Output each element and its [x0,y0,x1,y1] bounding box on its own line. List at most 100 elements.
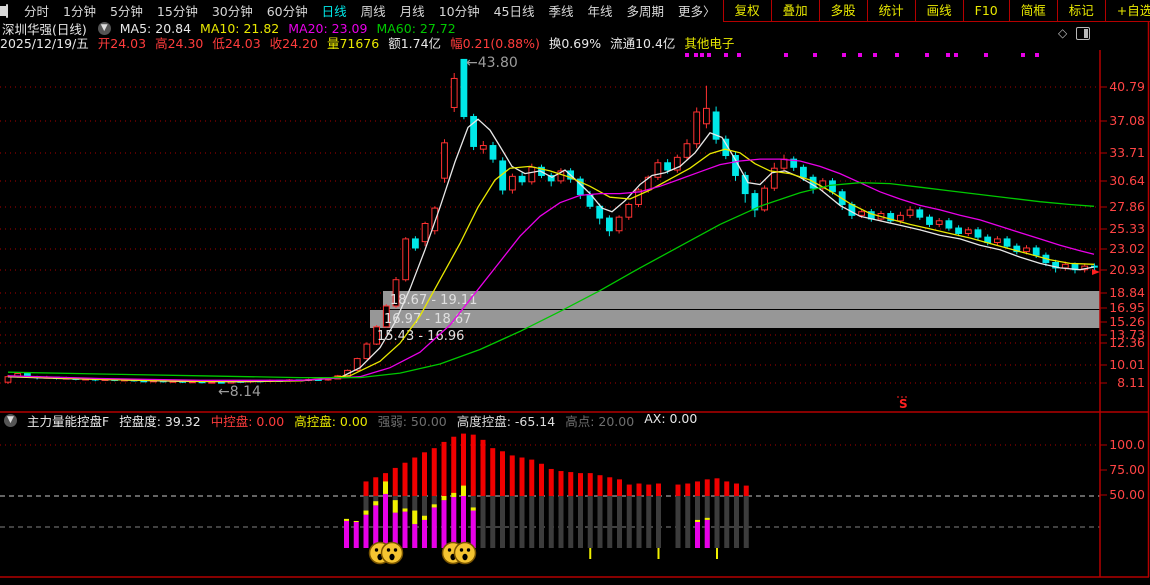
trading-terminal: { "toolbar": { "left_items": ["分时","1分钟"… [0,0,1150,585]
signal-down-tick [658,548,660,559]
candle-body [665,163,671,170]
strength-bar [724,496,729,548]
signal-dot [1021,53,1025,57]
strength-bar [715,496,720,548]
price-axis-label: 30.64 [1109,173,1145,188]
indicator-title: 主力量能控盘F [27,411,109,430]
control-bar-red [364,481,369,496]
price-axis-label: 16.95 [1109,300,1145,315]
candle-body [907,210,913,215]
coin-face-icon [382,543,403,564]
sub-axis-label: 100.0 [1109,437,1145,452]
strength-bar [646,496,651,548]
coin-face-eye [375,548,378,551]
strength-bar [510,496,515,548]
control-bar-red [568,472,573,496]
control-bar-magenta [442,500,447,548]
control-bar-yellow-tip [393,500,398,512]
price-annotation: ←8.14 [218,384,261,400]
indicator-field: AX: 0.00 [644,411,697,430]
ma-line-ma5 [8,119,1094,382]
price-axis-label: 37.08 [1109,113,1145,128]
control-bar-yellow-tip [403,508,408,511]
chevron-down-icon[interactable]: ▼ [4,414,17,427]
strength-bar [685,496,690,548]
chart-canvas[interactable]: 40.7937.0833.7130.6427.8625.3323.0220.93… [0,0,1150,585]
signal-dot [895,53,899,57]
control-bar-red [598,475,603,496]
control-bar-red [646,485,651,496]
signal-dot [700,53,704,57]
candle-body [1024,248,1030,252]
strength-bar [559,496,564,548]
control-bar-magenta [383,494,388,548]
control-bar-magenta [364,515,369,548]
strength-bar [598,496,603,548]
signal-dot [954,53,958,57]
candle-body [898,215,904,220]
candle-body [1004,239,1010,246]
strength-bar [490,496,495,548]
control-bar-yellow-tip [432,504,437,507]
candle-body [480,146,486,150]
strength-bar [637,496,642,548]
control-bar-magenta [373,505,378,548]
signal-down-tick [716,548,718,559]
strength-bar [481,496,486,548]
control-bar-yellow-tip [364,511,369,515]
control-bar-yellow-tip [695,520,700,522]
coin-face-eye [448,548,451,551]
control-bar-red [637,484,642,496]
strength-bar [539,496,544,548]
indicator-field: 高度控盘: -65.14 [457,411,555,430]
signal-down-tick [589,548,591,559]
chip-band [383,291,1100,309]
candle-body [413,239,419,248]
control-bar-yellow-tip [461,486,466,496]
candle-body [936,221,942,225]
price-axis-label: 10.01 [1109,357,1145,372]
price-annotation: ←43.80 [466,55,518,71]
candle-body [965,230,971,234]
control-bar-red [412,458,417,496]
signal-dot [813,53,817,57]
indicator-values: 控盘度: 39.32中控盘: 0.00高控盘: 0.00强弱: 50.00高度控… [119,411,707,430]
control-bar-red [744,486,749,496]
coin-face-icon [455,543,476,564]
control-bar-red [685,484,690,496]
strength-bar [656,496,661,548]
control-bar-red [588,473,593,496]
control-bar-red [617,479,622,496]
control-bar-red [393,468,398,496]
candle-body [927,217,933,224]
indicator-field: 高点: 20.00 [565,411,634,430]
candle-body [209,382,215,383]
coin-face-mouth [389,554,394,560]
control-bar-red [734,484,739,496]
control-bar-magenta [354,522,359,548]
control-bar-yellow-tip [705,518,710,520]
candle-body [490,146,496,160]
candle-body [704,108,710,123]
control-bar-magenta [422,520,427,548]
control-bar-magenta [432,507,437,548]
candle-body [607,218,613,231]
candle-body [975,230,981,237]
chip-band [370,310,1100,328]
candle-body [956,228,962,233]
signal-dot [694,53,698,57]
signal-dot [925,53,929,57]
price-axis-label: 12.36 [1109,335,1145,350]
indicator-field: 高控盘: 0.00 [294,411,368,430]
candle-body [1062,264,1068,268]
control-bar-red [676,485,681,496]
sub-axis-label: 75.00 [1109,462,1145,477]
indicator-field: 强弱: 50.00 [378,411,447,430]
candle-body [859,212,865,216]
strength-bar [627,496,632,548]
strength-bar [607,496,612,548]
control-bar-red [432,448,437,496]
sub-axis-label: 50.00 [1109,487,1145,502]
control-bar-red [373,477,378,496]
control-bar-yellow-tip [383,481,388,493]
